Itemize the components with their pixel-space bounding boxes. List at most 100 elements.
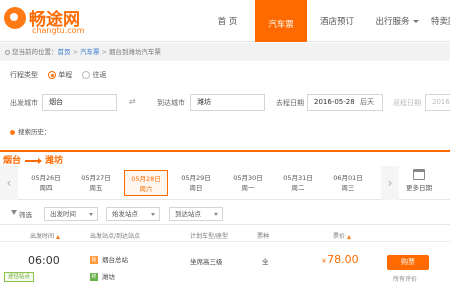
depart-date-label: 去程日期 [276, 99, 304, 107]
col-price[interactable]: 票价 [333, 231, 352, 240]
round-trip-radio[interactable] [82, 71, 91, 79]
ticket-type: 全 [262, 258, 269, 266]
depart-date-input[interactable]: 2016-05-28 后天 [307, 94, 383, 111]
date-tab-weekday: 周四 [39, 184, 53, 192]
date-tab-date: 05月26日 [31, 174, 61, 182]
nav-travel-services-label: 出行服务 [375, 17, 410, 27]
table-row: 06:00 途径站点 始烟台总站 终潍坊 坐席高三级 全 ¥78.00 购票 所… [0, 244, 450, 300]
breadcrumb-separator: > [72, 48, 78, 56]
date-tab-date: 05月30日 [233, 174, 263, 182]
end-tag-icon: 终 [90, 273, 98, 281]
route-title: 烟台 潍坊 [3, 153, 63, 166]
filter-bar: 筛选 出发时间 始发站点 到达站点 [0, 203, 450, 225]
swap-icon[interactable]: ⇄ [129, 98, 139, 106]
depart-date-value: 2016-05-28 [314, 98, 355, 106]
logo-domain: changtu.com [32, 26, 85, 35]
search-history: 搜索历史： [10, 126, 51, 136]
one-way-label[interactable]: 单程 [58, 71, 72, 79]
start-station: 始烟台总站 [90, 254, 128, 264]
date-tab-weekday: 周日 [189, 184, 203, 192]
date-tab-date: 05月29日 [181, 174, 211, 182]
date-tab[interactable]: 05月26日 周四 [24, 170, 68, 196]
col-ticket-type: 票种 [257, 233, 270, 240]
more-dates-label: 更多日期 [406, 184, 432, 192]
date-tab-weekday: 周一 [241, 184, 255, 192]
trip-type-selector: 行程类型 单程 往返 [10, 68, 106, 82]
chevron-down-icon [412, 20, 419, 23]
chevron-down-icon [151, 213, 155, 216]
search-history-label: 搜索历史： [18, 128, 51, 136]
breadcrumb: 您当前的位置：首页 > 汽车票 > 烟台到潍坊汽车票 [0, 43, 450, 61]
results-header: 出发时间 出发站点/到达站点 计划车型/座型 票种 票价 [0, 228, 450, 242]
one-way-radio[interactable] [48, 71, 57, 79]
route-to: 潍坊 [45, 156, 64, 166]
location-pin-icon [5, 49, 10, 55]
arrival-station-filter[interactable]: 到达站点 [169, 207, 223, 221]
price-currency: ¥ [322, 257, 327, 265]
return-date-input[interactable]: 2016-0 [425, 94, 450, 111]
nav-travel-services[interactable]: 出行服务 [367, 0, 427, 42]
logo-mascot-icon [4, 7, 26, 29]
filter-icon [11, 210, 17, 215]
ticket-price: ¥78.00 [322, 253, 359, 266]
start-tag-icon: 始 [90, 256, 98, 264]
chevron-down-icon [89, 213, 93, 216]
date-tab-selected[interactable]: 05月28日 周六 [124, 170, 168, 196]
main-nav: 首 页 汽车票 酒店预订 出行服务 特卖图 [200, 0, 450, 42]
date-tab[interactable]: 05月31日 周二 [276, 170, 320, 196]
arrival-station-filter-label: 到达站点 [175, 210, 201, 218]
breadcrumb-home[interactable]: 首页 [58, 48, 71, 56]
origin-station-filter[interactable]: 始发站点 [106, 207, 160, 221]
site-logo[interactable]: 畅途网 changtu.com [4, 5, 104, 37]
site-header: 畅途网 changtu.com 首 页 汽车票 酒店预订 出行服务 特卖图 [0, 0, 450, 42]
depart-time-filter-label: 出发时间 [50, 210, 76, 218]
filter-label: 筛选 [19, 211, 32, 219]
col-price-label: 票价 [333, 233, 346, 240]
arrow-right-icon [25, 157, 43, 164]
col-depart-time[interactable]: 出发时间 [30, 231, 61, 240]
all-reviews-link[interactable]: 所有评价 [393, 274, 417, 283]
end-station-name: 潍坊 [102, 273, 115, 281]
nav-hotel-booking[interactable]: 酒店预订 [307, 0, 367, 42]
date-tab-date: 05月31日 [283, 174, 313, 182]
nav-bus-tickets[interactable]: 汽车票 [255, 0, 307, 42]
breadcrumb-bus-tickets[interactable]: 汽车票 [80, 48, 100, 56]
trip-type-label: 行程类型 [10, 71, 38, 79]
col-depart-time-label: 出发时间 [30, 233, 55, 240]
start-station-name: 烟台总站 [102, 256, 128, 264]
more-dates-button[interactable]: 更多日期 [402, 169, 436, 192]
to-city-input[interactable]: 潍坊 [190, 94, 265, 111]
history-icon [10, 129, 15, 135]
next-dates-button[interactable]: › [381, 166, 399, 200]
breadcrumb-prefix: 您当前的位置： [12, 48, 58, 56]
buy-ticket-button[interactable]: 购票 [387, 255, 429, 270]
nav-home[interactable]: 首 页 [200, 0, 255, 42]
breadcrumb-current: 烟台到潍坊汽车票 [108, 48, 161, 56]
via-stops-badge[interactable]: 途径站点 [4, 272, 35, 282]
date-tab-date: 05月28日 [131, 175, 161, 183]
date-tab-date: 05月27日 [81, 174, 111, 182]
date-tab[interactable]: 05月30日 周一 [226, 170, 270, 196]
sort-up-icon [56, 234, 61, 239]
nav-special-sale[interactable]: 特卖图 [427, 0, 450, 42]
price-value: 78.00 [327, 253, 359, 266]
to-city-label: 到达城市 [157, 99, 185, 107]
search-form: 出发城市 烟台 ⇄ 到达城市 潍坊 去程日期 2016-05-28 后天 返程日… [0, 94, 450, 114]
round-trip-label[interactable]: 往返 [92, 71, 106, 79]
col-vehicle: 计划车型/座型 [190, 233, 229, 240]
vehicle-type: 坐席高三级 [190, 258, 223, 266]
depart-time-filter[interactable]: 出发时间 [44, 207, 98, 221]
prev-dates-button[interactable]: ‹ [0, 166, 18, 200]
date-strip: ‹ 05月26日 周四 05月27日 周五 05月28日 周六 05月29日 周日 05… [0, 166, 450, 200]
date-tab[interactable]: 05月29日 周日 [174, 170, 218, 196]
date-tab-weekday: 周二 [291, 184, 305, 192]
from-city-label: 出发城市 [10, 99, 38, 107]
origin-station-filter-label: 始发站点 [112, 210, 138, 218]
col-stations: 出发站点/到达站点 [90, 233, 141, 240]
date-tab[interactable]: 05月27日 周五 [74, 170, 118, 196]
from-city-input[interactable]: 烟台 [42, 94, 117, 111]
date-tab-weekday: 周五 [89, 184, 103, 192]
date-tab-date: 06月01日 [333, 174, 363, 182]
date-tab[interactable]: 06月01日 周三 [326, 170, 370, 196]
depart-date-day: 后天 [360, 98, 374, 106]
